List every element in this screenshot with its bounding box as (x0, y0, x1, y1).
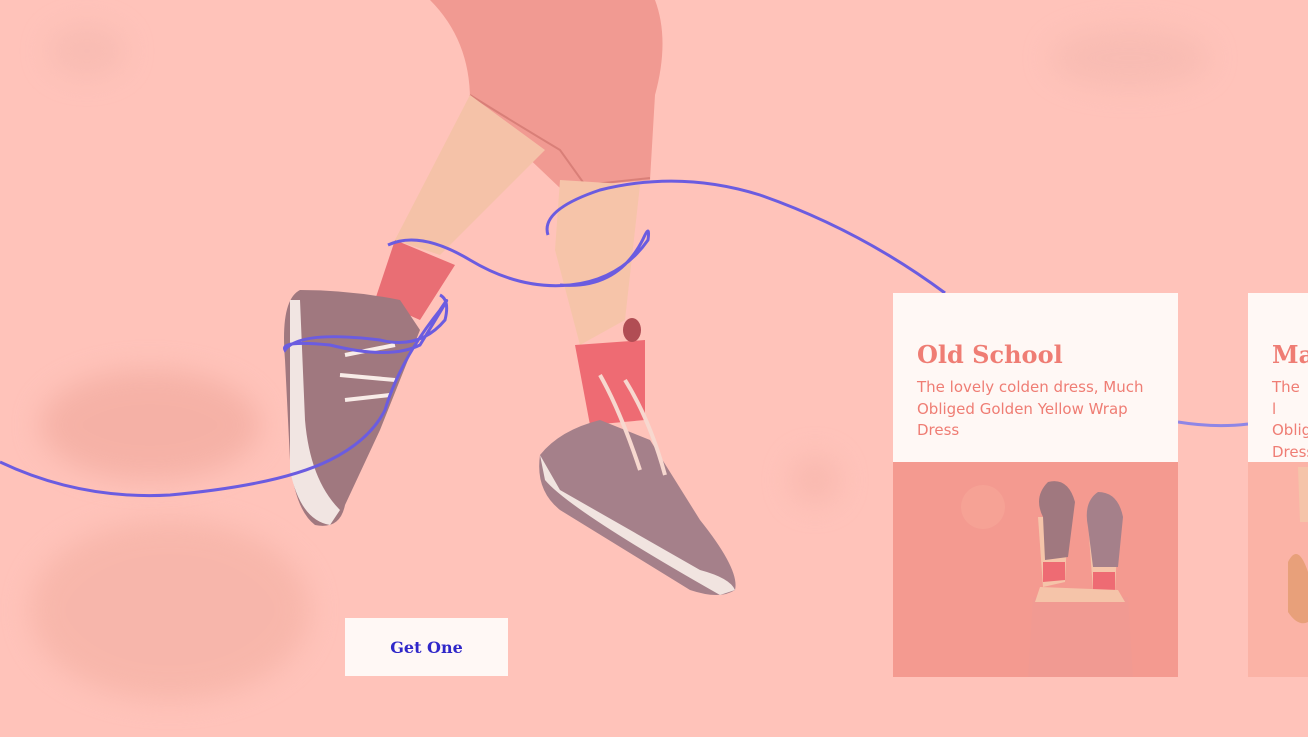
legs-up-photo (961, 481, 1133, 677)
card-text: Mac The l Oblig Dress (1248, 293, 1308, 462)
bg-blob (1050, 28, 1210, 88)
card-title: Mac (1272, 340, 1308, 369)
card-text: Old School The lovely colden dress, Much… (893, 293, 1178, 462)
card-description: The lovely colden dress, Much Obliged Go… (917, 378, 1144, 439)
sneaker-photo (1288, 467, 1308, 624)
card-image (1248, 462, 1308, 677)
product-card[interactable]: Mac The l Oblig Dress (1248, 293, 1308, 677)
card-image (893, 462, 1178, 677)
get-one-button[interactable]: Get One (345, 618, 508, 676)
card-title: Old School (917, 340, 1063, 369)
card-description: The l Oblig Dress (1272, 378, 1308, 461)
product-card[interactable]: Old School The lovely colden dress, Much… (893, 293, 1178, 677)
hero-section: Get One Old School The lovely colden dre… (0, 0, 1308, 737)
